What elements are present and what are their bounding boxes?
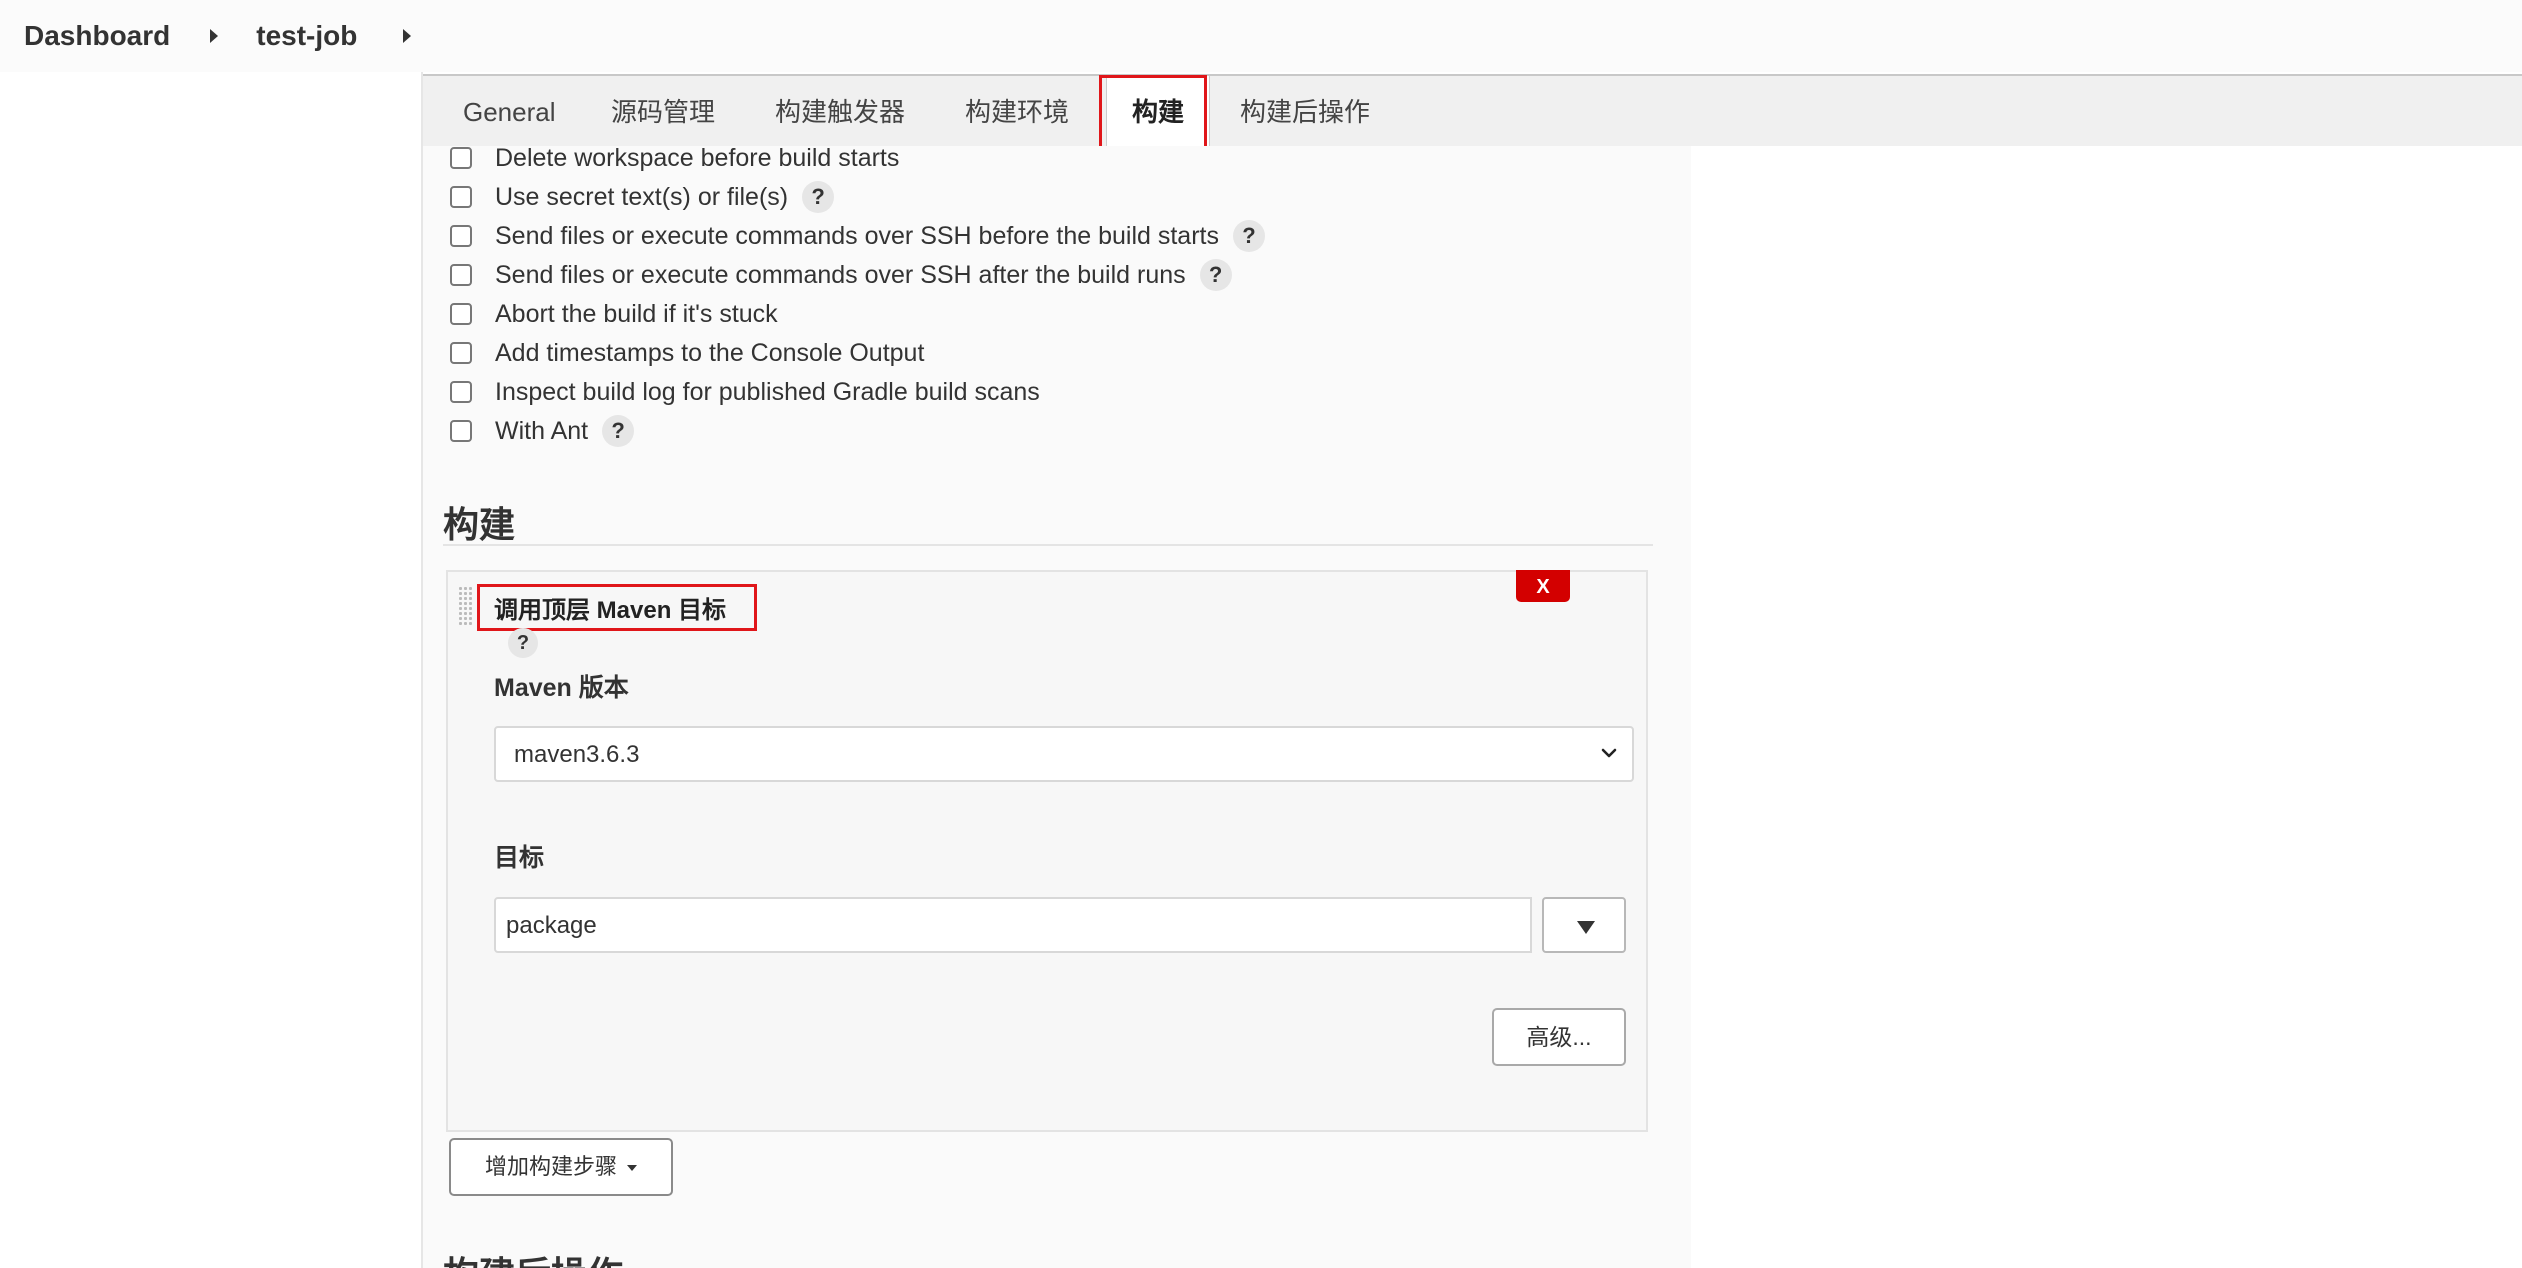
delete-step-button[interactable]: X xyxy=(1516,570,1570,602)
option-label: Add timestamps to the Console Output xyxy=(495,338,925,367)
add-build-step-label: 增加构建步骤 xyxy=(485,1154,618,1179)
tab-post-build-actions[interactable]: 构建后操作 xyxy=(1240,76,1370,146)
abort-stuck-checkbox[interactable] xyxy=(450,303,472,325)
help-icon[interactable]: ? xyxy=(508,628,538,658)
tab-build-environment[interactable]: 构建环境 xyxy=(965,76,1069,146)
help-icon[interactable]: ? xyxy=(1232,220,1265,252)
delete-workspace-checkbox[interactable] xyxy=(450,147,472,169)
option-with-ant: With Ant ? xyxy=(450,414,635,448)
chevron-right-icon[interactable] xyxy=(210,29,219,43)
config-tab-bar: General 源码管理 构建触发器 构建环境 构建 构建后操作 xyxy=(423,74,2522,146)
help-icon[interactable]: ? xyxy=(1199,259,1232,291)
help-icon[interactable]: ? xyxy=(602,415,635,447)
post-build-section-title: 构建后操作 xyxy=(443,1246,623,1268)
secret-text-checkbox[interactable] xyxy=(450,186,472,208)
option-label: Delete workspace before build starts xyxy=(495,143,900,172)
jenkins-job-config-page: Dashboard test-job General 源码管理 构建触发器 构建… xyxy=(0,0,2522,1268)
build-step-title: 调用顶层 Maven 目标 xyxy=(494,597,727,624)
option-label: Use secret text(s) or file(s) xyxy=(495,182,789,211)
option-label: Abort the build if it's stuck xyxy=(495,299,778,328)
option-ssh-before: Send files or execute commands over SSH … xyxy=(450,219,1265,253)
option-abort-stuck: Abort the build if it's stuck xyxy=(450,297,778,331)
option-label: Inspect build log for published Gradle b… xyxy=(495,377,1040,406)
option-label: Send files or execute commands over SSH … xyxy=(495,260,1186,289)
maven-build-step xyxy=(446,570,1648,1132)
maven-version-label: Maven 版本 xyxy=(494,674,629,702)
option-label: Send files or execute commands over SSH … xyxy=(495,221,1219,250)
add-build-step-button[interactable]: 增加构建步骤 xyxy=(449,1138,673,1196)
breadcrumb-job[interactable]: test-job xyxy=(256,20,357,52)
breadcrumb: Dashboard test-job xyxy=(0,0,2522,72)
tab-build[interactable]: 构建 xyxy=(1106,76,1210,146)
triangle-down-icon xyxy=(1577,921,1595,934)
option-ssh-after: Send files or execute commands over SSH … xyxy=(450,258,1232,292)
tab-general[interactable]: General xyxy=(463,76,556,146)
goals-expand-button[interactable] xyxy=(1542,897,1626,953)
maven-version-select[interactable]: maven3.6.3 xyxy=(494,726,1634,782)
timestamps-checkbox[interactable] xyxy=(450,342,472,364)
drag-handle-icon[interactable] xyxy=(458,586,472,626)
option-secret-text: Use secret text(s) or file(s) ? xyxy=(450,180,835,214)
chevron-down-icon xyxy=(1601,748,1617,758)
caret-down-icon xyxy=(627,1165,638,1172)
ssh-before-checkbox[interactable] xyxy=(450,225,472,247)
option-gradle-scans: Inspect build log for published Gradle b… xyxy=(450,375,1040,409)
build-section-title: 构建 xyxy=(443,504,516,545)
section-divider xyxy=(443,544,1653,546)
option-timestamps: Add timestamps to the Console Output xyxy=(450,336,924,370)
gradle-scans-checkbox[interactable] xyxy=(450,381,472,403)
chevron-right-icon[interactable] xyxy=(403,29,412,43)
tab-build-triggers[interactable]: 构建触发器 xyxy=(775,76,905,146)
maven-version-value: maven3.6.3 xyxy=(514,741,640,768)
option-delete-workspace: Delete workspace before build starts xyxy=(450,141,899,175)
with-ant-checkbox[interactable] xyxy=(450,420,472,442)
ssh-after-checkbox[interactable] xyxy=(450,264,472,286)
breadcrumb-dashboard[interactable]: Dashboard xyxy=(24,20,170,52)
goals-label: 目标 xyxy=(494,844,545,872)
advanced-button[interactable]: 高级... xyxy=(1492,1008,1626,1066)
help-icon[interactable]: ? xyxy=(802,181,835,213)
option-label: With Ant xyxy=(495,416,589,445)
tab-source-code-management[interactable]: 源码管理 xyxy=(611,76,715,146)
goals-input[interactable]: package xyxy=(494,897,1532,953)
